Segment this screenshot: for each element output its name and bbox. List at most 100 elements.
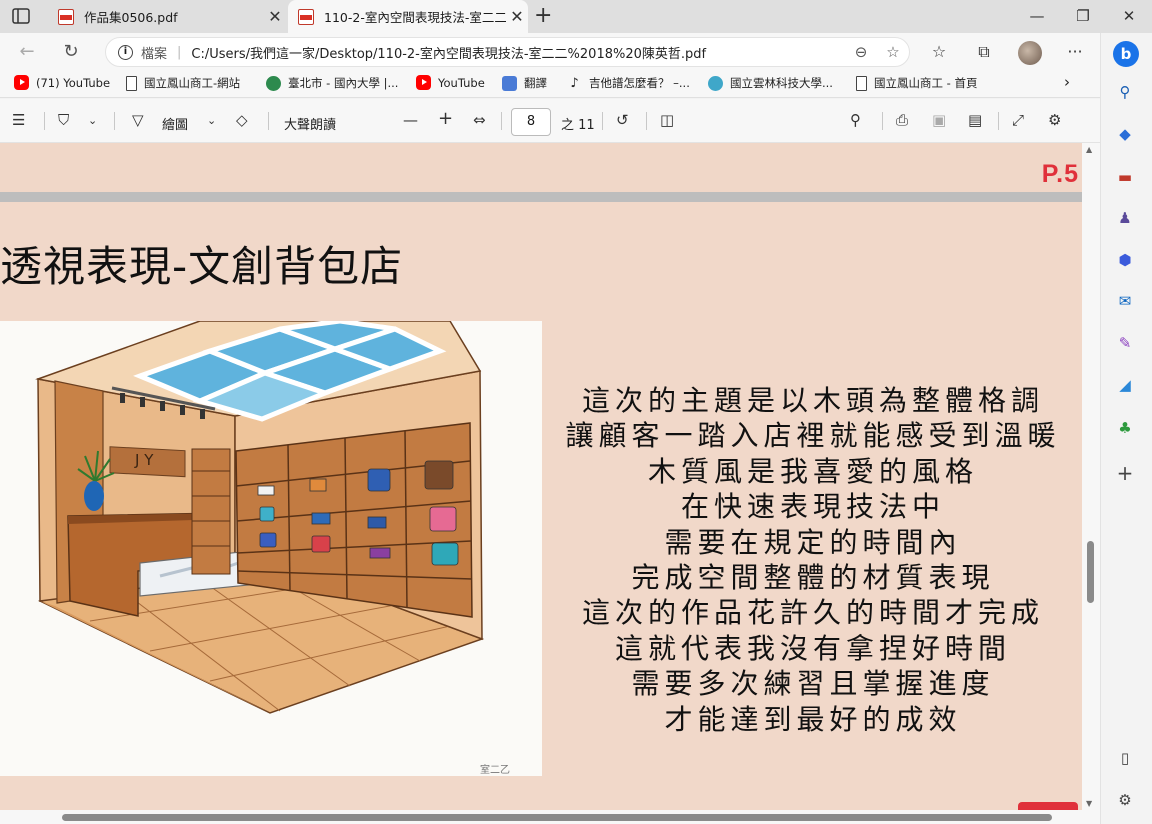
pdf-document-viewport[interactable]: P.5 透視表現-文創背包店 J Y 室二乙 這次的主題是以木頭為整體格調 讓顧… — [0, 143, 1082, 810]
vertical-scroll-thumb[interactable] — [1087, 541, 1094, 603]
tab-strip: 作品集0506.pdf ✕ 110-2-室內空間表現技法-室二二 ✕ + — ❐… — [0, 0, 1152, 33]
page-view-icon[interactable]: ◫ — [660, 111, 674, 129]
next-page-number-edge — [1018, 802, 1078, 810]
tab-close-icon[interactable]: ✕ — [506, 7, 528, 26]
globe-icon — [266, 75, 281, 91]
designer-icon[interactable]: ✎ — [1115, 333, 1135, 353]
tab-close-icon[interactable]: ✕ — [264, 7, 286, 26]
fit-to-width-icon[interactable]: ⇔ — [473, 111, 486, 129]
youtube-icon — [14, 75, 29, 90]
artist-signature: 室二乙 — [480, 763, 510, 776]
description-line: 這就代表我沒有拿捏好時間 — [614, 631, 1011, 665]
address-bar[interactable]: i 檔案 | C:/Users/我們這一家/Desktop/110-2-室內空間… — [105, 37, 910, 67]
sidebar-settings-icon[interactable]: ⚙ — [1115, 790, 1135, 810]
chevron-down-icon[interactable]: ⌄ — [88, 114, 97, 127]
youtube-icon — [416, 75, 431, 90]
read-aloud-button[interactable]: 大聲朗讀 — [284, 114, 336, 133]
vertical-scrollbar[interactable]: ▲ ▼ — [1082, 143, 1100, 810]
page-number-label: P.5 — [1041, 160, 1079, 188]
scroll-down-arrow-icon[interactable]: ▼ — [1086, 799, 1092, 808]
address-row: ← ↻ i 檔案 | C:/Users/我們這一家/Desktop/110-2-… — [0, 33, 1100, 70]
bookmark-item[interactable]: YouTube — [416, 75, 485, 90]
minimize-button[interactable]: — — [1014, 0, 1060, 33]
draw-icon[interactable]: ▽ — [132, 111, 144, 129]
bing-chat-icon[interactable]: b — [1113, 41, 1139, 67]
description-line: 讓顧客一踏入店裡就能感受到溫暖 — [565, 419, 1061, 453]
outlook-icon[interactable]: ✉ — [1115, 291, 1135, 311]
tab-title: 110-2-室內空間表現技法-室二二 — [324, 10, 506, 25]
fullscreen-icon[interactable]: ⤢ — [1012, 111, 1024, 129]
shopping-tag-icon[interactable]: ◆ — [1115, 124, 1135, 144]
toolbar-divider — [602, 112, 603, 130]
pdf-toolbar: ☰ ⛉ ⌄ ▽ 繪圖 ⌄ ◇ 大聲朗讀 — + ⇔ 8 之 11 ↺ ◫ ⚲ ⎙… — [0, 99, 1100, 143]
hide-sidebar-icon[interactable]: ▯ — [1115, 748, 1135, 768]
bookmark-label: 國立雲林科技大學... — [730, 76, 833, 90]
bookmark-label: 國立鳳山商工 - 首頁 — [874, 76, 978, 90]
print-icon[interactable]: ⎙ — [896, 111, 908, 129]
settings-gear-icon[interactable]: ⚙ — [1048, 111, 1061, 129]
info-icon[interactable]: i — [118, 44, 133, 60]
shop-interior-illustration: J Y 室二乙 — [0, 321, 542, 776]
new-tab-button[interactable]: + — [534, 3, 552, 28]
tools-icon[interactable]: ▬ — [1115, 167, 1135, 187]
favorites-icon[interactable]: ☆ — [928, 42, 950, 61]
microsoft-365-icon[interactable]: ⬢ — [1115, 250, 1135, 270]
description-line: 需要在規定的時間內 — [664, 525, 962, 559]
tab-current-pdf[interactable]: 110-2-室內空間表現技法-室二二 ✕ — [288, 0, 528, 33]
bookmark-label: (71) YouTube — [36, 75, 111, 90]
collections-icon[interactable]: ⧉ — [973, 42, 995, 62]
drop-icon[interactable]: ◢ — [1115, 375, 1135, 395]
tree-icon[interactable]: ♣ — [1115, 418, 1135, 438]
horizontal-scrollbar[interactable] — [0, 810, 1100, 824]
contents-icon[interactable]: ☰ — [12, 111, 25, 129]
page-icon — [126, 75, 137, 91]
bookmark-item[interactable]: 臺北市 - 國內大學 |... — [266, 75, 398, 91]
tab-title: 作品集0506.pdf — [84, 10, 178, 25]
refresh-icon[interactable]: ↻ — [58, 39, 84, 65]
toolbar-divider — [882, 112, 883, 130]
restore-button[interactable]: ❐ — [1060, 0, 1106, 33]
save-as-icon[interactable]: ▤ — [968, 111, 982, 129]
horizontal-scroll-thumb[interactable] — [62, 814, 1052, 821]
zoom-out-icon[interactable]: — — [403, 111, 418, 129]
bookmarks-bar: (71) YouTube 國立鳳山商工-網站 臺北市 - 國內大學 |... Y… — [0, 70, 1100, 98]
bookmark-item[interactable]: 翻譯 — [502, 75, 547, 91]
search-icon[interactable]: ⚲ — [1115, 82, 1135, 102]
translate-icon — [502, 75, 517, 91]
toolbar-divider — [998, 112, 999, 130]
back-arrow-icon[interactable]: ← — [14, 39, 40, 65]
eraser-icon[interactable]: ◇ — [236, 111, 248, 129]
toolbar-divider — [268, 112, 269, 130]
total-pages-label: 之 11 — [561, 118, 595, 133]
bookmark-item[interactable]: 國立鳳山商工 - 首頁 — [856, 75, 977, 91]
highlight-icon[interactable]: ⛉ — [58, 111, 69, 129]
bookmark-label: YouTube — [438, 75, 485, 90]
scroll-up-arrow-icon[interactable]: ▲ — [1086, 145, 1092, 154]
games-icon[interactable]: ♟ — [1115, 208, 1135, 228]
zoom-in-icon[interactable]: + — [438, 108, 453, 129]
draw-button[interactable]: 繪圖 — [162, 114, 188, 133]
add-sidebar-app-icon[interactable]: + — [1115, 463, 1135, 483]
workspaces-icon[interactable] — [12, 8, 30, 24]
bookmark-item[interactable]: 國立鳳山商工-網站 — [126, 75, 240, 91]
chevron-down-icon[interactable]: ⌄ — [207, 114, 216, 127]
chevron-right-icon[interactable]: › — [1064, 73, 1070, 91]
more-options-icon[interactable]: ··· — [1064, 42, 1086, 61]
page-icon — [856, 75, 867, 91]
search-icon[interactable]: ⚲ — [850, 111, 861, 129]
bookmark-item[interactable]: 國立雲林科技大學... — [708, 75, 833, 91]
bookmark-item[interactable]: ♪ 吉他譜怎麼看？ –... — [567, 75, 690, 91]
description-line: 木質風是我喜愛的風格 — [647, 454, 978, 488]
profile-avatar[interactable] — [1018, 41, 1042, 65]
tab-portfolio-pdf[interactable]: 作品集0506.pdf ✕ — [48, 0, 286, 33]
description-line: 需要多次練習且掌握進度 — [631, 667, 995, 701]
rotate-icon[interactable]: ↺ — [616, 111, 629, 129]
add-favorite-icon[interactable]: ☆ — [877, 43, 909, 61]
zoom-icon[interactable]: ⊖ — [845, 43, 877, 61]
bookmark-label: 吉他譜怎麼看？ –... — [589, 76, 690, 90]
address-url[interactable]: C:/Users/我們這一家/Desktop/110-2-室內空間表現技法-室二… — [191, 43, 845, 62]
page-number-input[interactable]: 8 — [511, 108, 551, 136]
bookmark-item[interactable]: (71) YouTube — [14, 75, 110, 90]
close-window-button[interactable]: ✕ — [1106, 0, 1152, 33]
save-icon[interactable]: ▣ — [932, 111, 946, 129]
